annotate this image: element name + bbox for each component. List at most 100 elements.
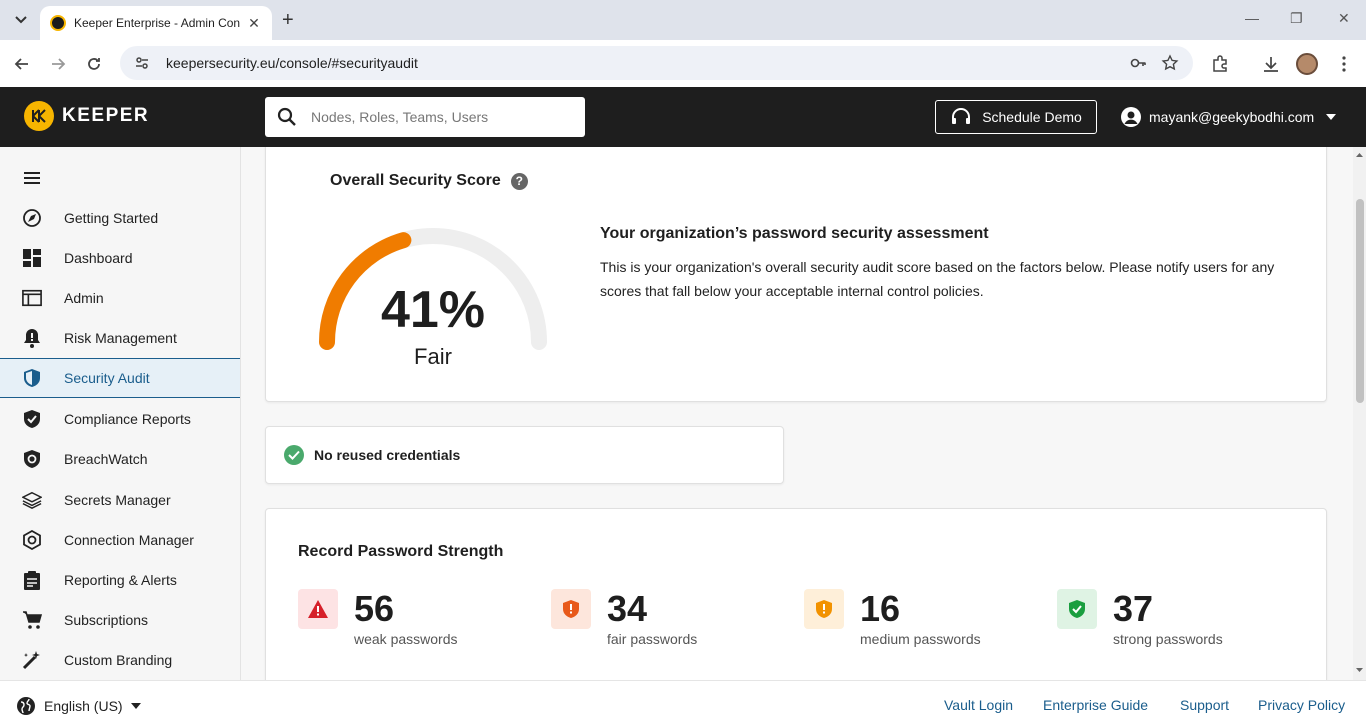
sidebar-item-security-audit[interactable]: Security Audit bbox=[0, 358, 240, 398]
sidebar-item-label: Compliance Reports bbox=[64, 411, 191, 427]
restore-icon[interactable]: ❐ bbox=[1290, 10, 1303, 27]
language-label: English (US) bbox=[44, 698, 123, 714]
hamburger-menu-icon[interactable] bbox=[24, 171, 40, 189]
user-menu[interactable]: mayank@geekybodhi.com bbox=[1121, 107, 1337, 127]
download-arrow-icon bbox=[1264, 57, 1278, 72]
download-icon[interactable] bbox=[1259, 52, 1283, 76]
stat-label: weak passwords bbox=[354, 631, 458, 647]
schedule-demo-button[interactable]: Schedule Demo bbox=[935, 100, 1097, 134]
sidebar-item-label: Custom Branding bbox=[64, 652, 173, 668]
rocket-icon bbox=[22, 208, 42, 228]
reload-icon bbox=[88, 58, 100, 70]
caret-down-icon bbox=[130, 703, 141, 709]
help-icon[interactable]: ? bbox=[510, 172, 528, 190]
close-icon[interactable]: ✕ bbox=[246, 15, 262, 32]
profile-button[interactable] bbox=[1295, 52, 1319, 76]
sidebar-item-reporting-alerts[interactable]: Reporting & Alerts bbox=[0, 560, 240, 600]
language-selector[interactable]: English (US) bbox=[16, 696, 141, 716]
sidebar-item-label: Subscriptions bbox=[64, 612, 149, 628]
app-header: KEEPER Schedule Demo mayank@geekybodhi.c… bbox=[0, 87, 1366, 147]
forward-button[interactable] bbox=[46, 52, 70, 76]
search-icon bbox=[277, 107, 296, 126]
sidebar-item-label: Getting Started bbox=[64, 210, 159, 226]
sidebar-item-secrets-manager[interactable]: Secrets Manager bbox=[0, 480, 240, 520]
browser-toolbar: keepersecurity.eu/console/#securityaudit bbox=[0, 40, 1366, 87]
stat-label: medium passwords bbox=[860, 631, 981, 647]
support-link[interactable]: Support bbox=[1180, 697, 1229, 713]
tab-title: Keeper Enterprise - Admin Con bbox=[74, 16, 241, 30]
stat-label: strong passwords bbox=[1113, 631, 1223, 647]
branding-icon bbox=[22, 650, 42, 670]
reused-credentials-label: No reused credentials bbox=[314, 447, 461, 463]
more-menu-icon[interactable] bbox=[1332, 52, 1356, 76]
new-tab-button[interactable]: + bbox=[282, 9, 294, 32]
reload-button[interactable] bbox=[82, 52, 106, 76]
score-grade: Fair bbox=[414, 344, 452, 369]
sidebar-item-label: Risk Management bbox=[64, 330, 177, 346]
arrow-left-icon bbox=[14, 58, 28, 70]
avatar bbox=[1296, 53, 1318, 75]
stat-fair: 34 fair passwords bbox=[551, 589, 697, 647]
scroll-down-icon[interactable] bbox=[1353, 666, 1366, 674]
score-title-wrap: Overall Security Score ? bbox=[330, 172, 528, 190]
layers-icon bbox=[22, 490, 42, 510]
bell-icon bbox=[22, 328, 42, 348]
shield-icon bbox=[22, 368, 42, 388]
sidebar: Getting Started Dashboard Admin Risk Man… bbox=[0, 147, 241, 680]
warning-triangle-icon bbox=[298, 589, 338, 629]
sidebar-item-admin[interactable]: Admin bbox=[0, 278, 240, 318]
sidebar-item-connection-manager[interactable]: Connection Manager bbox=[0, 520, 240, 560]
tab-search-button[interactable] bbox=[8, 8, 34, 32]
stat-value: 56 bbox=[354, 588, 395, 629]
main-scrollbar[interactable] bbox=[1353, 147, 1366, 680]
sidebar-item-label: BreachWatch bbox=[64, 451, 148, 467]
user-email: mayank@geekybodhi.com bbox=[1149, 109, 1315, 125]
scroll-thumb[interactable] bbox=[1356, 199, 1364, 403]
key-icon[interactable] bbox=[1129, 54, 1147, 72]
shield-check-icon bbox=[1057, 589, 1097, 629]
privacy-policy-link[interactable]: Privacy Policy bbox=[1258, 697, 1345, 713]
search-box[interactable] bbox=[265, 97, 585, 137]
dashboard-icon bbox=[22, 248, 42, 268]
admin-icon bbox=[22, 288, 42, 308]
scroll-up-icon[interactable] bbox=[1353, 151, 1366, 159]
assessment-title: Your organization’s password security as… bbox=[600, 225, 989, 242]
window-close-icon[interactable]: ✕ bbox=[1338, 10, 1350, 27]
sidebar-item-subscriptions[interactable]: Subscriptions bbox=[0, 600, 240, 640]
shield-alert-icon bbox=[804, 589, 844, 629]
sidebar-item-label: Reporting & Alerts bbox=[64, 572, 177, 588]
sidebar-item-label: Dashboard bbox=[64, 250, 133, 266]
sidebar-item-breachwatch[interactable]: BreachWatch bbox=[0, 439, 240, 479]
vault-login-link[interactable]: Vault Login bbox=[944, 697, 1013, 713]
browser-tab[interactable]: Keeper Enterprise - Admin Con ✕ bbox=[40, 6, 272, 40]
keeper-logo[interactable]: KEEPER bbox=[24, 101, 149, 131]
caret-down-icon bbox=[1326, 114, 1337, 120]
sidebar-item-label: Security Audit bbox=[64, 370, 150, 386]
sidebar-item-label: Admin bbox=[64, 290, 104, 306]
cart-icon bbox=[22, 610, 42, 630]
stat-value: 37 bbox=[1113, 588, 1154, 629]
stat-value: 34 bbox=[607, 588, 648, 629]
sidebar-item-risk-management[interactable]: Risk Management bbox=[0, 318, 240, 358]
address-bar[interactable]: keepersecurity.eu/console/#securityaudit bbox=[120, 46, 1193, 80]
security-score-card: Overall Security Score ? 41% Fair Your o… bbox=[265, 147, 1327, 402]
sidebar-item-custom-branding[interactable]: Custom Branding bbox=[0, 640, 240, 680]
sidebar-item-compliance-reports[interactable]: Compliance Reports bbox=[0, 399, 240, 439]
score-title: Overall Security Score bbox=[330, 172, 501, 189]
search-input[interactable] bbox=[311, 109, 561, 125]
sidebar-item-label: Connection Manager bbox=[64, 532, 194, 548]
site-settings-icon[interactable] bbox=[134, 55, 150, 71]
sidebar-item-getting-started[interactable]: Getting Started bbox=[0, 198, 240, 238]
arrow-right-icon bbox=[52, 58, 66, 70]
kebab-icon bbox=[1342, 56, 1346, 72]
minimize-icon[interactable]: — bbox=[1245, 10, 1259, 26]
assessment-text: This is your organization's overall secu… bbox=[600, 259, 1275, 299]
connection-icon bbox=[22, 530, 42, 550]
sidebar-item-dashboard[interactable]: Dashboard bbox=[0, 238, 240, 278]
enterprise-guide-link[interactable]: Enterprise Guide bbox=[1043, 697, 1148, 713]
star-icon[interactable] bbox=[1161, 54, 1179, 72]
back-button[interactable] bbox=[10, 52, 34, 76]
extensions-icon[interactable] bbox=[1208, 52, 1232, 76]
stat-weak: 56 weak passwords bbox=[298, 589, 458, 647]
keeper-favicon-icon bbox=[50, 15, 66, 31]
